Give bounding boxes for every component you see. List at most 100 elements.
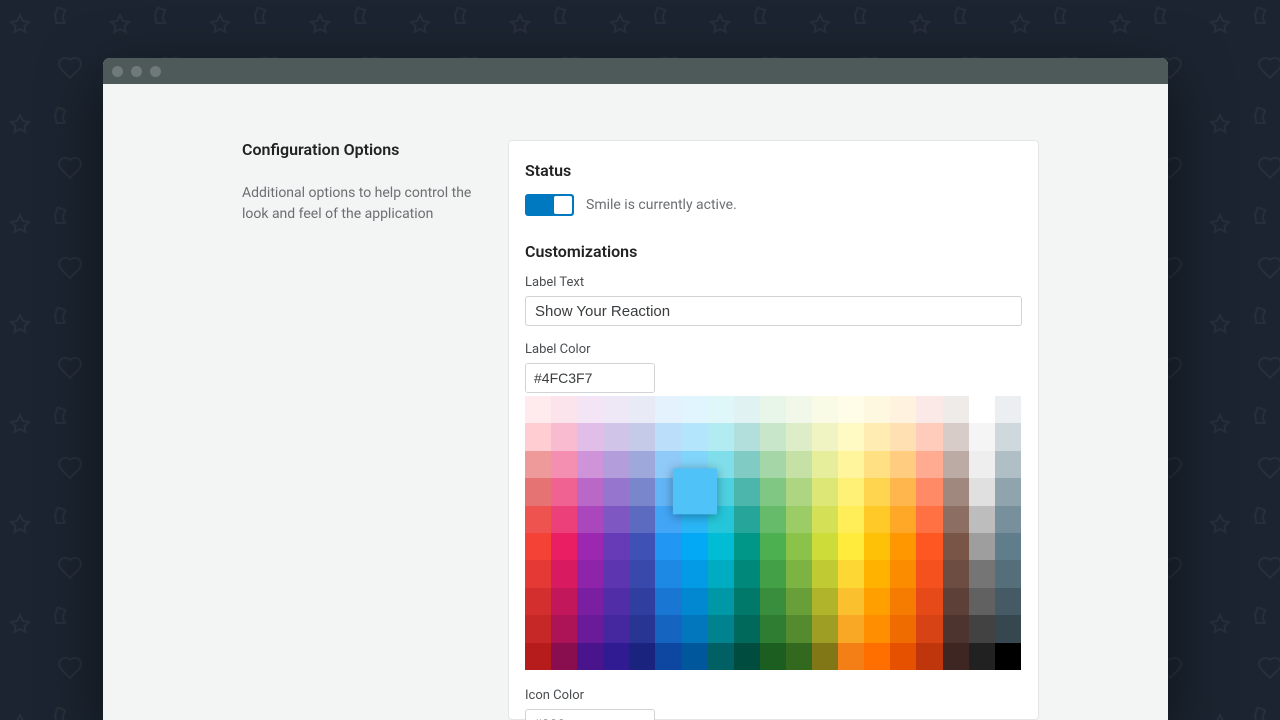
color-swatch[interactable] — [525, 560, 551, 587]
color-swatch[interactable] — [682, 533, 708, 560]
color-swatch[interactable] — [812, 533, 838, 560]
color-swatch[interactable] — [916, 588, 942, 615]
color-swatch[interactable] — [551, 478, 577, 505]
color-swatch[interactable] — [760, 615, 786, 642]
window-close-dot[interactable] — [112, 66, 123, 77]
color-swatch[interactable] — [682, 615, 708, 642]
color-swatch[interactable] — [551, 451, 577, 478]
status-toggle[interactable] — [525, 194, 574, 216]
color-swatch[interactable] — [864, 423, 890, 450]
color-swatch[interactable] — [655, 588, 681, 615]
color-swatch[interactable] — [629, 506, 655, 533]
color-swatch[interactable] — [969, 643, 995, 670]
color-swatch[interactable] — [760, 478, 786, 505]
color-swatch[interactable] — [760, 451, 786, 478]
color-swatch[interactable] — [655, 615, 681, 642]
color-swatch[interactable] — [864, 560, 890, 587]
color-swatch[interactable] — [864, 588, 890, 615]
color-swatch[interactable] — [812, 588, 838, 615]
color-swatch[interactable] — [864, 506, 890, 533]
color-swatch[interactable] — [943, 451, 969, 478]
color-swatch[interactable] — [916, 560, 942, 587]
color-swatch[interactable] — [734, 560, 760, 587]
color-swatch[interactable] — [655, 423, 681, 450]
color-swatch[interactable] — [786, 533, 812, 560]
color-swatch[interactable] — [734, 506, 760, 533]
color-swatch[interactable] — [812, 451, 838, 478]
color-swatch[interactable] — [838, 423, 864, 450]
color-swatch[interactable] — [577, 506, 603, 533]
color-swatch[interactable] — [786, 451, 812, 478]
color-swatch[interactable] — [577, 533, 603, 560]
color-swatch[interactable] — [864, 396, 890, 423]
color-swatch[interactable] — [786, 560, 812, 587]
color-swatch[interactable] — [577, 615, 603, 642]
color-swatch[interactable] — [916, 396, 942, 423]
color-swatch[interactable] — [812, 506, 838, 533]
color-swatch[interactable] — [629, 478, 655, 505]
color-swatch[interactable] — [838, 478, 864, 505]
color-swatch[interactable] — [577, 588, 603, 615]
color-swatch[interactable] — [916, 643, 942, 670]
color-swatch[interactable] — [812, 560, 838, 587]
color-swatch[interactable] — [916, 506, 942, 533]
color-swatch[interactable] — [890, 478, 916, 505]
color-swatch[interactable] — [969, 396, 995, 423]
color-swatch[interactable] — [655, 560, 681, 587]
window-minimize-dot[interactable] — [131, 66, 142, 77]
color-swatch[interactable] — [969, 478, 995, 505]
color-swatch[interactable] — [577, 451, 603, 478]
color-swatch[interactable] — [760, 643, 786, 670]
label-color-hex-input[interactable] — [526, 364, 655, 392]
color-swatch[interactable] — [812, 643, 838, 670]
color-swatch[interactable] — [995, 506, 1021, 533]
color-swatch[interactable] — [969, 615, 995, 642]
color-swatch[interactable] — [916, 451, 942, 478]
color-swatch[interactable] — [525, 396, 551, 423]
color-swatch[interactable] — [629, 423, 655, 450]
color-swatch[interactable] — [551, 506, 577, 533]
color-swatch[interactable] — [916, 478, 942, 505]
color-swatch[interactable] — [995, 615, 1021, 642]
color-swatch[interactable] — [734, 615, 760, 642]
color-swatch[interactable] — [760, 588, 786, 615]
color-swatch[interactable] — [577, 643, 603, 670]
color-swatch[interactable] — [629, 533, 655, 560]
color-swatch[interactable] — [682, 588, 708, 615]
color-swatch[interactable] — [577, 560, 603, 587]
color-swatch[interactable] — [603, 560, 629, 587]
color-swatch[interactable] — [734, 396, 760, 423]
color-swatch[interactable] — [525, 451, 551, 478]
label-text-input[interactable] — [525, 296, 1022, 326]
color-swatch[interactable] — [629, 396, 655, 423]
color-swatch[interactable] — [525, 588, 551, 615]
color-swatch[interactable] — [969, 588, 995, 615]
color-swatch[interactable] — [577, 478, 603, 505]
color-swatch[interactable] — [786, 478, 812, 505]
color-swatch[interactable] — [682, 396, 708, 423]
color-swatch[interactable] — [943, 423, 969, 450]
color-swatch[interactable] — [786, 588, 812, 615]
color-swatch[interactable] — [525, 506, 551, 533]
color-swatch[interactable] — [708, 533, 734, 560]
color-swatch[interactable] — [786, 506, 812, 533]
color-swatch[interactable] — [525, 533, 551, 560]
color-swatch[interactable] — [551, 560, 577, 587]
color-swatch[interactable] — [995, 588, 1021, 615]
color-swatch[interactable] — [838, 506, 864, 533]
color-swatch[interactable] — [708, 423, 734, 450]
color-swatch[interactable] — [603, 533, 629, 560]
color-swatch[interactable] — [969, 560, 995, 587]
color-swatch[interactable] — [734, 423, 760, 450]
color-swatch[interactable] — [812, 615, 838, 642]
color-swatch[interactable] — [708, 560, 734, 587]
color-swatch[interactable] — [682, 643, 708, 670]
color-swatch[interactable] — [786, 615, 812, 642]
color-swatch[interactable] — [760, 506, 786, 533]
color-swatch[interactable] — [629, 451, 655, 478]
color-swatch[interactable] — [864, 478, 890, 505]
color-swatch[interactable] — [603, 451, 629, 478]
color-swatch[interactable] — [812, 396, 838, 423]
color-swatch[interactable] — [890, 506, 916, 533]
color-swatch[interactable] — [734, 643, 760, 670]
